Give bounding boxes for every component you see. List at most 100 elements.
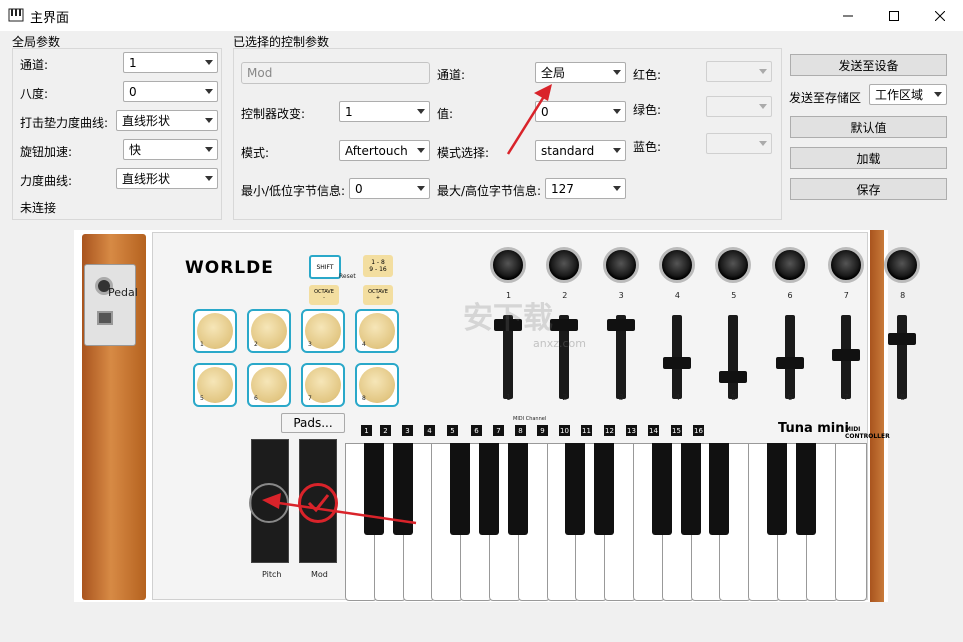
- velocity-curve-select[interactable]: 直线形状: [116, 110, 218, 131]
- close-icon: [935, 10, 945, 21]
- value-select[interactable]: 0: [535, 101, 626, 122]
- fader-4[interactable]: [662, 357, 691, 369]
- pad-5[interactable]: 5: [193, 363, 237, 407]
- pad-6[interactable]: 6: [247, 363, 291, 407]
- pad-3[interactable]: 3: [301, 309, 345, 353]
- black-key[interactable]: [594, 443, 615, 535]
- knob-2[interactable]: [546, 247, 583, 283]
- default-button[interactable]: 默认值: [790, 116, 947, 138]
- knob-7[interactable]: [827, 247, 864, 283]
- pad-7[interactable]: 7: [301, 363, 345, 407]
- chevron-down-icon: [930, 92, 946, 97]
- force-curve-label: 力度曲线:: [20, 174, 73, 188]
- channel-box-4: 4: [424, 425, 435, 436]
- pad-2[interactable]: 2: [247, 309, 291, 353]
- fader-7[interactable]: [831, 349, 860, 361]
- pad-number: 6: [254, 395, 258, 402]
- black-key[interactable]: [709, 443, 730, 535]
- channel-box-13: 13: [626, 425, 637, 436]
- min-select[interactable]: 0: [349, 178, 430, 199]
- channel-box-1: 1: [361, 425, 372, 436]
- pedal-label: Pedal: [108, 286, 138, 299]
- black-key[interactable]: [767, 443, 787, 535]
- white-key[interactable]: [834, 443, 867, 601]
- storage-select[interactable]: 工作区域: [869, 84, 947, 105]
- red-select[interactable]: [706, 61, 772, 82]
- brand-logo: WORLDE: [185, 258, 274, 278]
- fader-number: 6: [787, 393, 793, 402]
- mode-select[interactable]: Aftertouch: [339, 140, 430, 161]
- chevron-down-icon: [755, 69, 771, 74]
- black-key[interactable]: [565, 443, 586, 535]
- maximize-button[interactable]: [871, 0, 917, 31]
- octave-up-button[interactable]: OCTAVE +: [363, 285, 393, 305]
- reset-label: Reset: [339, 273, 356, 280]
- cc-label: 控制器改变:: [241, 107, 306, 121]
- load-button[interactable]: 加载: [790, 147, 947, 169]
- black-key[interactable]: [479, 443, 499, 535]
- channel-box-3: 3: [402, 425, 413, 436]
- blue-select[interactable]: [706, 133, 772, 154]
- force-curve-select[interactable]: 直线形状: [116, 168, 218, 189]
- fader-6[interactable]: [775, 357, 804, 369]
- max-value: 127: [551, 181, 574, 196]
- knob-3[interactable]: [602, 247, 639, 283]
- chevron-down-icon: [201, 60, 217, 65]
- global-channel-select[interactable]: 1: [123, 52, 218, 73]
- title-bar: 主界面: [0, 0, 963, 31]
- fader-track-8: [897, 315, 908, 399]
- channel-box-7: 7: [493, 425, 504, 436]
- port-panel: [84, 264, 136, 346]
- green-select[interactable]: [706, 96, 772, 117]
- control-name-field[interactable]: Mod: [241, 62, 430, 84]
- save-button[interactable]: 保存: [790, 178, 947, 200]
- octave-down-button[interactable]: OCTAVE -: [309, 285, 339, 305]
- selected-channel-select[interactable]: 全局: [535, 62, 626, 83]
- channel-box-12: 12: [604, 425, 615, 436]
- knob-accel-value: 快: [129, 143, 142, 157]
- send-to-device-button[interactable]: 发送至设备: [790, 54, 947, 76]
- black-key[interactable]: [363, 443, 384, 535]
- mode-choice-select[interactable]: standard: [535, 140, 626, 161]
- octave-value: 0: [129, 84, 137, 99]
- max-select[interactable]: 127: [545, 178, 626, 199]
- knob-6[interactable]: [771, 247, 808, 283]
- close-button[interactable]: [917, 0, 963, 31]
- fader-8[interactable]: [888, 333, 917, 345]
- black-key[interactable]: [450, 443, 471, 535]
- pad-4[interactable]: 4: [355, 309, 399, 353]
- pads-button[interactable]: Pads...: [281, 413, 345, 433]
- knob-accel-select[interactable]: 快: [123, 139, 218, 160]
- fader-2[interactable]: [550, 319, 579, 331]
- model-name: Tuna mini: [778, 421, 849, 436]
- fader-number: 4: [674, 393, 680, 402]
- knob-5[interactable]: [715, 247, 752, 283]
- fader-number: 1: [506, 393, 512, 402]
- maximize-icon: [889, 10, 899, 21]
- channel-box-16: 16: [693, 425, 704, 436]
- minimize-button[interactable]: [825, 0, 871, 31]
- octave-select[interactable]: 0: [123, 81, 218, 102]
- black-key[interactable]: [507, 443, 528, 535]
- black-key[interactable]: [392, 443, 413, 535]
- fader-number: 3: [618, 393, 624, 402]
- knob-1[interactable]: [490, 247, 526, 283]
- pitch-indicator: [249, 483, 289, 523]
- knob-8[interactable]: [884, 247, 921, 283]
- black-key[interactable]: [651, 443, 672, 535]
- range-button[interactable]: 1 - 8 9 - 16: [363, 255, 393, 277]
- fader-3[interactable]: [606, 319, 635, 331]
- pad-8[interactable]: 8: [355, 363, 399, 407]
- pad-1[interactable]: 1: [193, 309, 237, 353]
- channel-box-6: 6: [471, 425, 482, 436]
- shift-button[interactable]: SHIFT: [309, 255, 341, 279]
- fader-5[interactable]: [719, 371, 748, 383]
- knob-4[interactable]: [658, 247, 695, 283]
- cc-select[interactable]: 1: [339, 101, 430, 122]
- knob-number: 5: [731, 291, 737, 300]
- black-key[interactable]: [795, 443, 816, 535]
- fader-track-5: [728, 315, 739, 399]
- minimize-icon: [843, 15, 853, 16]
- black-key[interactable]: [680, 443, 701, 535]
- chevron-down-icon: [413, 186, 429, 191]
